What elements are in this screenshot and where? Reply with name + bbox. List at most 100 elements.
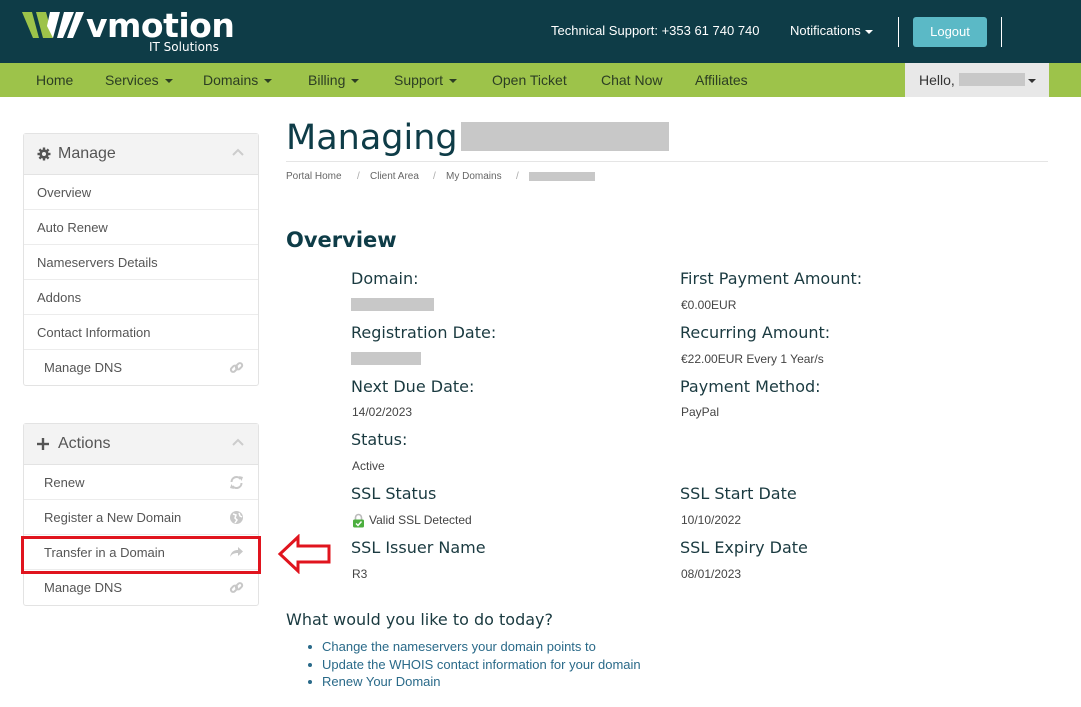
ssl-start-date-value: 10/10/2022: [681, 513, 742, 527]
redacted-registration-date: [351, 352, 421, 365]
sidebar-item-label: Overview: [37, 185, 92, 200]
sidebar-item-label: Renew: [44, 475, 85, 490]
chevron-up-icon[interactable]: [232, 438, 244, 446]
chevron-down-icon: [864, 29, 873, 34]
first-payment-value: €0.00EUR: [681, 298, 737, 312]
user-menu[interactable]: Hello,: [905, 63, 1049, 97]
nav-services-label: Services: [105, 72, 159, 88]
page-title: Managing: [286, 118, 458, 158]
nav-services[interactable]: Services: [105, 72, 173, 88]
sidebar-item-addons[interactable]: Addons: [24, 280, 258, 315]
chevron-down-icon: [449, 79, 458, 84]
sidebar-item-label: Manage DNS: [44, 360, 123, 375]
nav-support[interactable]: Support: [394, 72, 458, 88]
header-divider: [1001, 17, 1002, 47]
sidebar-item-contact-information[interactable]: Contact Information: [24, 315, 258, 350]
nav-affiliates[interactable]: Affiliates: [695, 72, 748, 88]
brand-logo[interactable]: vmotion IT Solutions: [22, 6, 235, 56]
chevron-down-icon: [351, 79, 360, 84]
sidebar-item-auto-renew[interactable]: Auto Renew: [24, 210, 258, 245]
hello-label: Hello,: [919, 72, 955, 88]
registration-date-label: Registration Date:: [351, 323, 497, 342]
gear-icon: [37, 147, 51, 161]
sidebar-item-manage-dns[interactable]: Manage DNS: [24, 350, 258, 385]
breadcrumb-separator: /: [433, 171, 436, 182]
sidebar-item-label: Auto Renew: [37, 220, 108, 235]
list-item: Change the nameservers your domain point…: [308, 639, 641, 657]
ssl-start-date-label: SSL Start Date: [680, 484, 797, 503]
sidebar-item-manage-dns[interactable]: Manage DNS: [24, 570, 258, 605]
ssl-expiry-date-label: SSL Expiry Date: [680, 538, 808, 557]
recurring-amount-value: €22.00EUR Every 1 Year/s: [681, 352, 824, 366]
nav-billing[interactable]: Billing: [308, 72, 360, 88]
lock-icon: [353, 513, 364, 528]
update-whois-link[interactable]: Update the WHOIS contact information for…: [322, 657, 641, 672]
list-item: Update the WHOIS contact information for…: [308, 657, 641, 675]
redacted-domain-name: [461, 122, 669, 151]
ssl-status-value: Valid SSL Detected: [369, 513, 472, 527]
plus-icon: [37, 438, 49, 450]
title-divider: [286, 161, 1048, 162]
sidebar-item-renew[interactable]: Renew: [24, 465, 258, 500]
logo-mark-icon: [22, 12, 84, 38]
notifications-label: Notifications: [790, 23, 861, 38]
logout-button[interactable]: Logout: [913, 17, 987, 47]
breadcrumb-my-domains[interactable]: My Domains: [446, 171, 502, 182]
actions-question: What would you like to do today?: [286, 610, 553, 629]
quick-links: Change the nameservers your domain point…: [308, 639, 641, 692]
payment-method-value: PayPal: [681, 405, 720, 419]
list-item: Renew Your Domain: [308, 674, 641, 692]
link-icon: [229, 362, 244, 373]
nav-domains[interactable]: Domains: [203, 72, 273, 88]
sidebar-item-overview[interactable]: Overview: [24, 175, 258, 210]
ssl-expiry-date-value: 08/01/2023: [681, 567, 742, 581]
technical-support-phone: Technical Support: +353 61 740 740: [551, 23, 760, 38]
nav-chat-now[interactable]: Chat Now: [601, 72, 662, 88]
manage-panel-header[interactable]: Manage: [24, 134, 258, 175]
ssl-status-label: SSL Status: [351, 484, 437, 503]
ssl-issuer-value: R3: [352, 567, 368, 581]
sidebar-item-label: Register a New Domain: [44, 510, 182, 525]
sidebar-item-register-domain[interactable]: Register a New Domain: [24, 500, 258, 535]
redacted-domain-value: [351, 298, 434, 311]
next-due-date-value: 14/02/2023: [352, 405, 413, 419]
bullet-icon: [308, 680, 312, 684]
redacted-breadcrumb-current: [529, 172, 595, 181]
nav-support-label: Support: [394, 72, 444, 88]
actions-panel-header[interactable]: Actions: [24, 424, 258, 465]
sidebar-item-label: Manage DNS: [44, 580, 123, 595]
chevron-up-icon[interactable]: [232, 148, 244, 156]
first-payment-label: First Payment Amount:: [680, 269, 863, 288]
recurring-amount-label: Recurring Amount:: [680, 323, 831, 342]
payment-method-label: Payment Method:: [680, 377, 821, 396]
sidebar-item-label: Addons: [37, 290, 82, 305]
top-header: vmotion IT Solutions Technical Support: …: [0, 0, 1081, 63]
chevron-down-icon: [1028, 79, 1036, 83]
change-nameservers-link[interactable]: Change the nameservers your domain point…: [322, 639, 596, 654]
breadcrumb-client-area[interactable]: Client Area: [370, 171, 419, 182]
bullet-icon: [308, 662, 312, 667]
refresh-icon: [230, 476, 243, 489]
manage-panel: Manage Overview Auto Renew Nameservers D…: [23, 133, 259, 386]
breadcrumb-separator: /: [516, 171, 519, 182]
bullet-icon: [308, 645, 312, 649]
status-label: Status:: [351, 430, 408, 449]
nav-home-label: Home: [36, 72, 74, 88]
breadcrumb-separator: /: [357, 171, 360, 182]
sidebar-item-nameservers[interactable]: Nameservers Details: [24, 245, 258, 280]
highlight-box: [21, 536, 261, 574]
renew-domain-link[interactable]: Renew Your Domain: [322, 674, 441, 689]
domain-label: Domain:: [351, 269, 419, 288]
ssl-issuer-label: SSL Issuer Name: [351, 538, 486, 557]
nav-domains-label: Domains: [203, 72, 259, 88]
header-divider: [898, 17, 899, 47]
nav-home[interactable]: Home: [36, 72, 73, 88]
sidebar-item-label: Nameservers Details: [37, 255, 158, 270]
nav-open-ticket[interactable]: Open Ticket: [492, 72, 567, 88]
notifications-dropdown[interactable]: Notifications: [790, 23, 873, 38]
status-value: Active: [352, 459, 385, 473]
nav-billing-label: Billing: [308, 72, 346, 88]
breadcrumb-portal-home[interactable]: Portal Home: [286, 171, 342, 182]
actions-panel: Actions Renew Register a New Domain Tran…: [23, 423, 259, 606]
sidebar-item-label: Contact Information: [37, 325, 151, 340]
